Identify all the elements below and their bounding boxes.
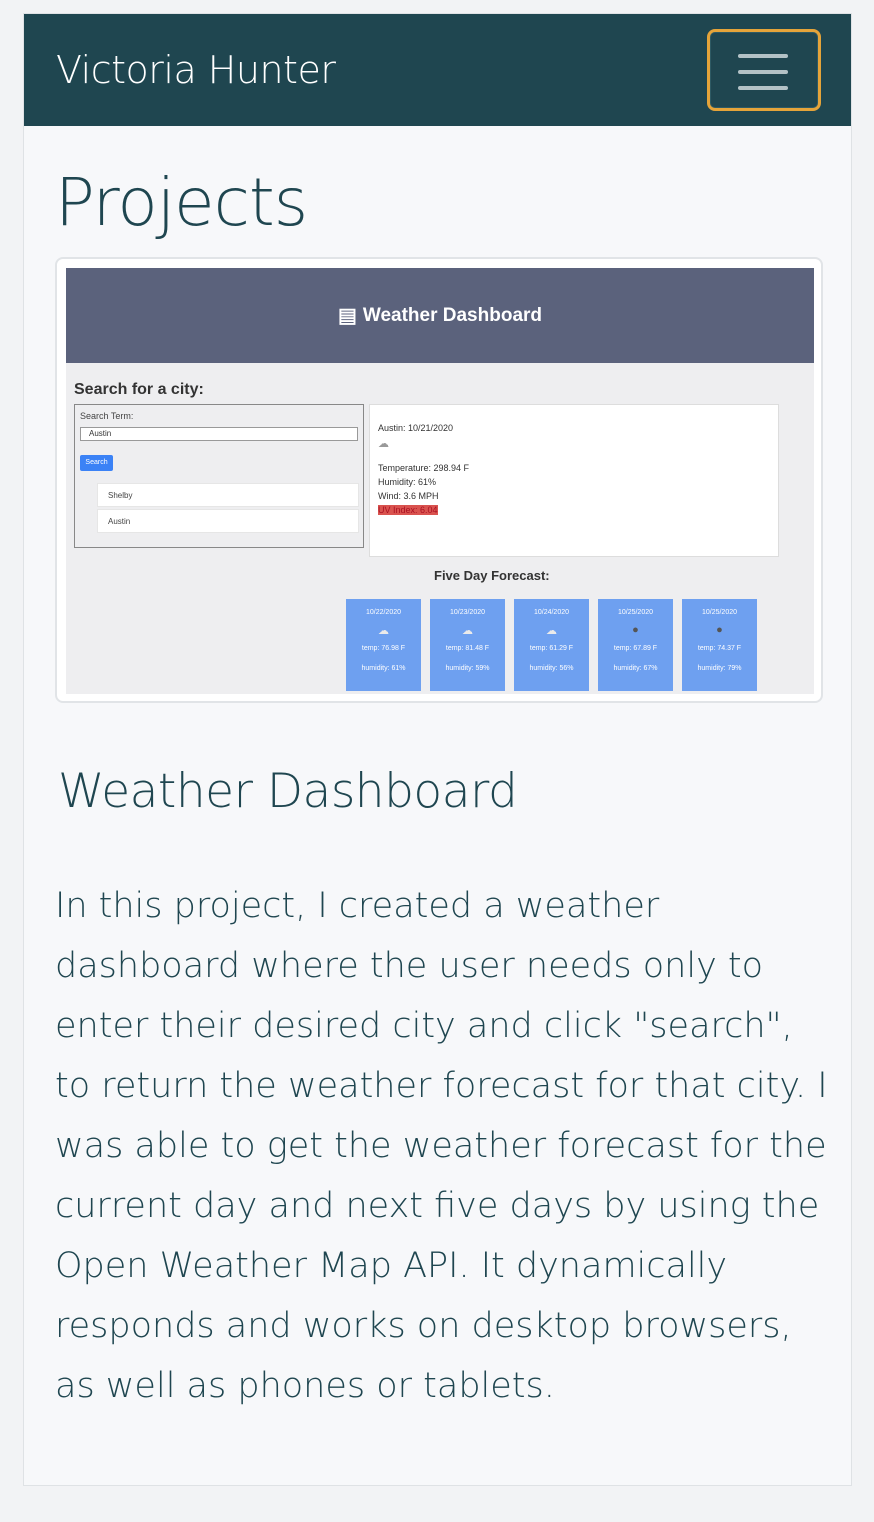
screenshot-forecast-cards: 10/22/2020 ☁ temp: 76.98 F humidity: 61%… bbox=[346, 599, 766, 691]
current-city-date: Austin: 10/21/2020 bbox=[378, 423, 454, 433]
forecast-humidity: humidity: 56% bbox=[529, 665, 574, 672]
forecast-humidity: humidity: 61% bbox=[361, 665, 406, 672]
history-item: Austin bbox=[97, 509, 359, 533]
forecast-card: 10/25/2020 ● temp: 67.89 F humidity: 67% bbox=[598, 599, 673, 691]
forecast-date: 10/22/2020 bbox=[365, 609, 402, 616]
screenshot-history-list: Shelby Austin bbox=[97, 483, 359, 535]
forecast-date: 10/23/2020 bbox=[449, 609, 486, 616]
forecast-date: 10/24/2020 bbox=[533, 609, 570, 616]
history-item: Shelby bbox=[97, 483, 359, 507]
page-title: Projects bbox=[55, 164, 308, 241]
forecast-humidity: humidity: 59% bbox=[445, 665, 490, 672]
navbar: Victoria Hunter bbox=[24, 14, 851, 126]
screenshot-image: ▤ Weather Dashboard Search for a city: S… bbox=[66, 268, 814, 694]
screenshot-five-day-title: Five Day Forecast: bbox=[434, 568, 550, 583]
hamburger-menu-icon bbox=[738, 54, 788, 102]
forecast-temp: temp: 76.98 F bbox=[361, 645, 406, 652]
screenshot-search-button: Search bbox=[80, 455, 113, 471]
rain-cloud-icon: ● bbox=[716, 624, 723, 636]
newspaper-icon: ▤ bbox=[337, 305, 357, 327]
forecast-temp: temp: 67.89 F bbox=[613, 645, 658, 652]
screenshot-current-weather: Austin: 10/21/2020 ☁ Temperature: 298.94… bbox=[369, 404, 779, 557]
current-wind: Wind: 3.6 MPH bbox=[378, 491, 439, 501]
forecast-temp: temp: 74.37 F bbox=[697, 645, 742, 652]
screenshot-search-title: Search for a city: bbox=[74, 381, 204, 398]
cloud-icon: ☁ bbox=[546, 625, 557, 637]
cloud-sun-icon: ☁ bbox=[462, 625, 473, 637]
screenshot-search-input: Austin bbox=[80, 427, 358, 441]
forecast-humidity: humidity: 79% bbox=[697, 665, 742, 672]
current-uv: UV Index: 6.04 bbox=[378, 505, 438, 515]
forecast-card: 10/24/2020 ☁ temp: 61.29 F humidity: 56% bbox=[514, 599, 589, 691]
page-container: Victoria Hunter Projects ▤ Weather Dashb… bbox=[23, 13, 852, 1486]
forecast-temp: temp: 61.29 F bbox=[529, 645, 574, 652]
project-screenshot[interactable]: ▤ Weather Dashboard Search for a city: S… bbox=[55, 257, 823, 703]
project-description: In this project, I created a weather das… bbox=[55, 886, 828, 1406]
cloud-sun-icon: ☁ bbox=[378, 438, 389, 450]
forecast-date: 10/25/2020 bbox=[701, 609, 738, 616]
forecast-date: 10/25/2020 bbox=[617, 609, 654, 616]
forecast-card: 10/22/2020 ☁ temp: 76.98 F humidity: 61% bbox=[346, 599, 421, 691]
forecast-humidity: humidity: 67% bbox=[613, 665, 658, 672]
forecast-card: 10/23/2020 ☁ temp: 81.48 F humidity: 59% bbox=[430, 599, 505, 691]
screenshot-search-label: Search Term: bbox=[80, 411, 134, 421]
forecast-card: 10/25/2020 ● temp: 74.37 F humidity: 79% bbox=[682, 599, 757, 691]
rain-cloud-icon: ● bbox=[632, 624, 639, 636]
project-title: Weather Dashboard bbox=[58, 764, 518, 819]
screenshot-header: ▤ Weather Dashboard bbox=[66, 268, 814, 363]
current-humidity: Humidity: 61% bbox=[378, 477, 437, 487]
brand-link[interactable]: Victoria Hunter bbox=[56, 48, 336, 92]
menu-toggle-button[interactable] bbox=[707, 29, 821, 111]
current-temperature: Temperature: 298.94 F bbox=[378, 463, 470, 473]
screenshot-search-box: Search Term: Austin Search Shelby Austin bbox=[74, 404, 364, 548]
forecast-temp: temp: 81.48 F bbox=[445, 645, 490, 652]
cloud-sun-icon: ☁ bbox=[378, 625, 389, 637]
screenshot-header-title: Weather Dashboard bbox=[362, 304, 543, 326]
